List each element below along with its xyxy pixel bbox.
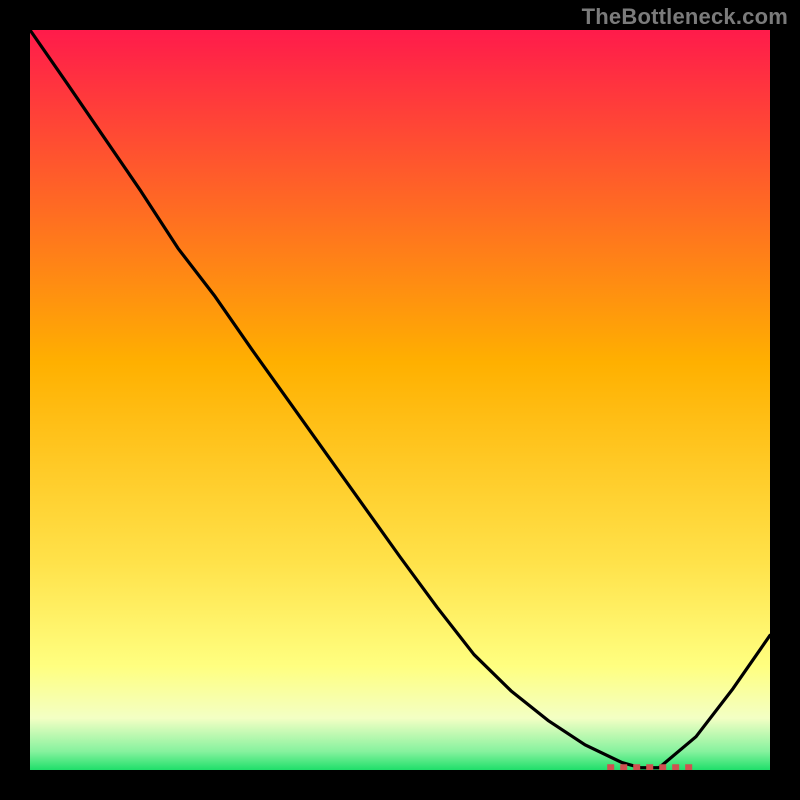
gradient-bg xyxy=(30,30,770,770)
chart-svg xyxy=(30,30,770,770)
chart-frame: TheBottleneck.com xyxy=(0,0,800,800)
plot-area xyxy=(30,30,770,770)
watermark-label: TheBottleneck.com xyxy=(582,4,788,30)
